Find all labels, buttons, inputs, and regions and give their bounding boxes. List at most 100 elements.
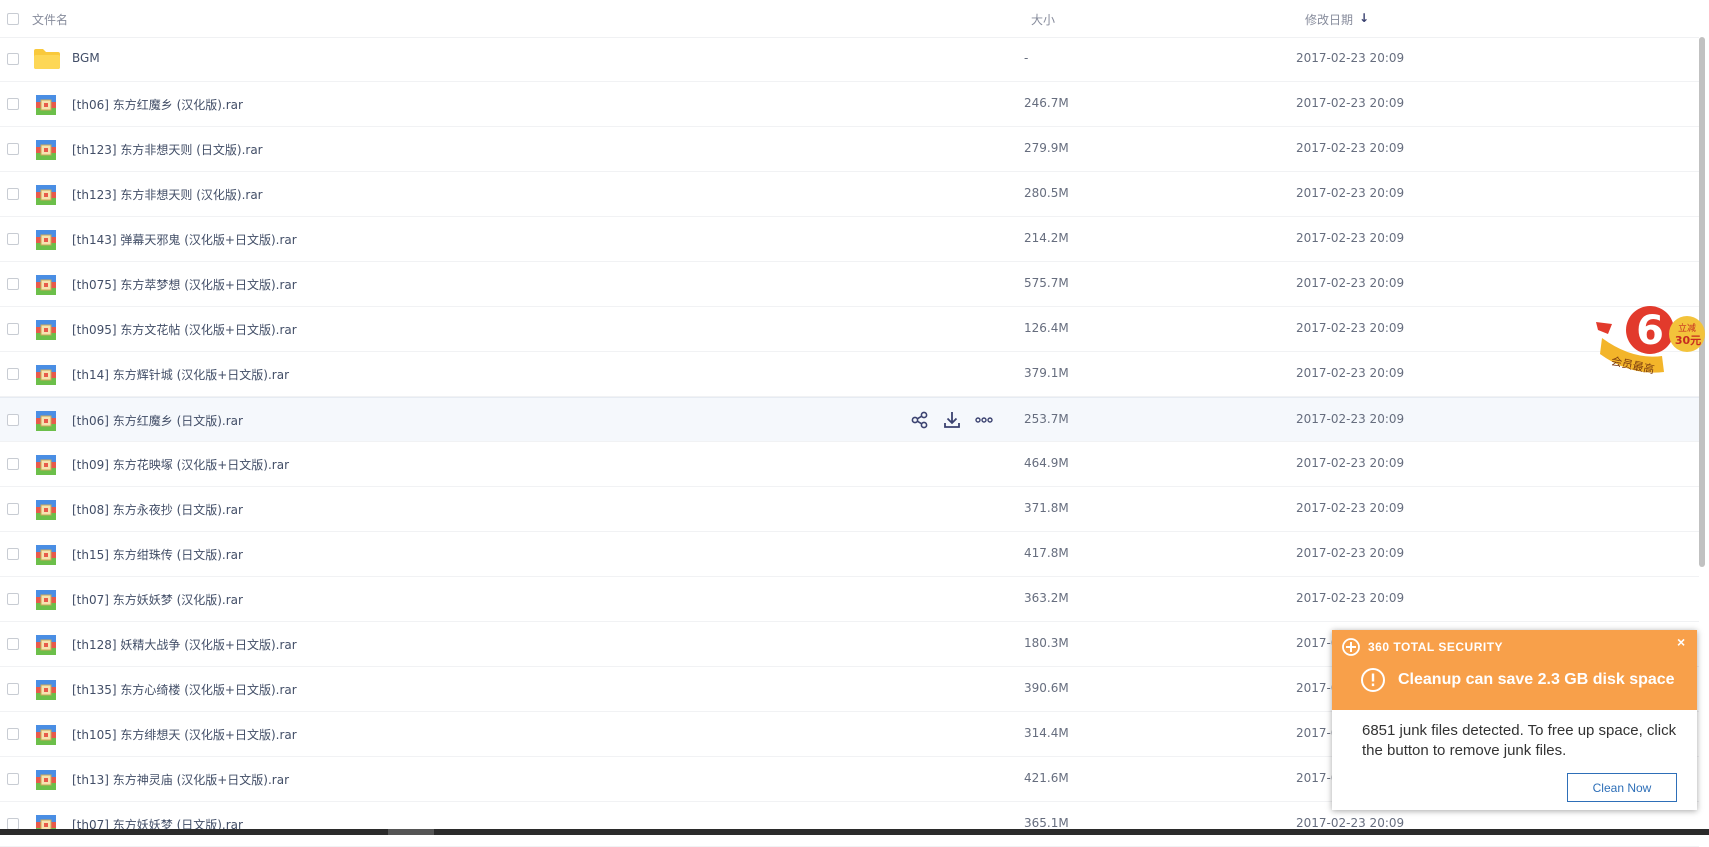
file-name[interactable]: BGM bbox=[72, 51, 100, 65]
file-size: 280.5M bbox=[1024, 186, 1069, 200]
file-name[interactable]: [th143] 弹幕天邪鬼 (汉化版+日文版).rar bbox=[72, 231, 297, 248]
row-checkbox[interactable] bbox=[7, 188, 19, 200]
file-row[interactable]: [th095] 东方文花帖 (汉化版+日文版).rar 126.4M 2017-02… bbox=[0, 307, 1699, 352]
file-row[interactable]: [th123] 东方非想天则 (日文版).rar 279.9M 2017-02-23… bbox=[0, 127, 1699, 172]
file-size: 126.4M bbox=[1024, 321, 1069, 335]
file-size: 365.1M bbox=[1024, 816, 1069, 830]
file-row[interactable]: [th075] 东方萃梦想 (汉化版+日文版).rar 575.7M 2017-02… bbox=[0, 262, 1699, 307]
row-checkbox[interactable] bbox=[7, 53, 19, 65]
row-checkbox[interactable] bbox=[7, 233, 19, 245]
promo-amount: 30元 bbox=[1675, 334, 1701, 347]
notification-headline: Cleanup can save 2.3 GB disk space bbox=[1398, 671, 1675, 688]
file-row[interactable]: [th07] 东方妖妖梦 (汉化版).rar 363.2M 2017-02-23 2… bbox=[0, 577, 1699, 622]
file-date: 2017-02-23 20:09 bbox=[1296, 96, 1405, 110]
file-row[interactable]: [th14] 东方辉针城 (汉化版+日文版).rar 379.1M 2017-02-… bbox=[0, 352, 1699, 397]
file-name[interactable]: [th15] 东方绀珠传 (日文版).rar bbox=[72, 546, 243, 563]
row-checkbox[interactable] bbox=[7, 143, 19, 155]
file-size: 421.6M bbox=[1024, 771, 1069, 785]
row-actions bbox=[910, 410, 994, 430]
file-name[interactable]: [th123] 东方非想天则 (汉化版).rar bbox=[72, 186, 263, 203]
file-name[interactable]: [th095] 东方文花帖 (汉化版+日文版).rar bbox=[72, 321, 297, 338]
vip-promo-badge[interactable]: 6 立减 30元 会员最高 bbox=[1592, 300, 1709, 382]
brand-label: 360 TOTAL SECURITY bbox=[1368, 640, 1504, 654]
file-row[interactable]: [th08] 东方永夜抄 (日文版).rar 371.8M 2017-02-23 2… bbox=[0, 487, 1699, 532]
file-row[interactable]: [th123] 东方非想天则 (汉化版).rar 280.5M 2017-02-23… bbox=[0, 172, 1699, 217]
archive-icon bbox=[36, 365, 56, 385]
row-checkbox[interactable] bbox=[7, 458, 19, 470]
file-name[interactable]: [th09] 东方花映塚 (汉化版+日文版).rar bbox=[72, 456, 289, 473]
file-size: 279.9M bbox=[1024, 141, 1069, 155]
share-icon[interactable] bbox=[910, 410, 930, 430]
column-header-name[interactable]: 文件名 bbox=[32, 11, 68, 28]
file-size: 575.7M bbox=[1024, 276, 1069, 290]
file-size: 371.8M bbox=[1024, 501, 1069, 515]
archive-icon bbox=[36, 635, 56, 655]
row-checkbox[interactable] bbox=[7, 638, 19, 650]
file-date: 2017-02-23 20:09 bbox=[1296, 816, 1405, 830]
list-header: 文件名 大小 修改日期 ↓ bbox=[0, 0, 1699, 38]
folder-icon bbox=[34, 49, 60, 69]
file-name[interactable]: [th13] 东方神灵庙 (汉化版+日文版).rar bbox=[72, 771, 289, 788]
row-checkbox[interactable] bbox=[7, 414, 19, 426]
archive-icon bbox=[36, 725, 56, 745]
file-row[interactable]: [th09] 东方花映塚 (汉化版+日文版).rar 464.9M 2017-02-… bbox=[0, 442, 1699, 487]
file-row[interactable]: BGM - 2017-02-23 20:09 bbox=[0, 37, 1699, 82]
row-checkbox[interactable] bbox=[7, 368, 19, 380]
file-name[interactable]: [th135] 东方心绮楼 (汉化版+日文版).rar bbox=[72, 681, 297, 698]
column-header-date[interactable]: 修改日期 bbox=[1305, 11, 1353, 28]
row-checkbox[interactable] bbox=[7, 323, 19, 335]
file-name[interactable]: [th14] 东方辉针城 (汉化版+日文版).rar bbox=[72, 366, 289, 383]
more-icon[interactable] bbox=[974, 410, 994, 430]
file-name[interactable]: [th075] 东方萃梦想 (汉化版+日文版).rar bbox=[72, 276, 297, 293]
file-date: 2017-02-23 20:09 bbox=[1296, 276, 1405, 290]
archive-icon bbox=[36, 770, 56, 790]
file-date: 2017-02-23 20:09 bbox=[1296, 186, 1405, 200]
notification-header: 360 TOTAL SECURITY × Cleanup can save 2.… bbox=[1332, 630, 1697, 710]
file-date: 2017-02-23 20:09 bbox=[1296, 141, 1405, 155]
file-size: 417.8M bbox=[1024, 546, 1069, 560]
file-size: 379.1M bbox=[1024, 366, 1069, 380]
clean-now-button[interactable]: Clean Now bbox=[1567, 773, 1677, 802]
download-icon[interactable] bbox=[942, 410, 962, 430]
file-date: 2017-02-23 20:09 bbox=[1296, 51, 1405, 65]
column-header-size[interactable]: 大小 bbox=[1031, 11, 1055, 28]
row-checkbox[interactable] bbox=[7, 728, 19, 740]
row-checkbox[interactable] bbox=[7, 773, 19, 785]
row-checkbox[interactable] bbox=[7, 548, 19, 560]
horizontal-scrollbar-thumb[interactable] bbox=[388, 829, 434, 835]
row-checkbox[interactable] bbox=[7, 593, 19, 605]
file-name[interactable]: [th128] 妖精大战争 (汉化版+日文版).rar bbox=[72, 636, 297, 653]
file-date: 2017-02-23 20:09 bbox=[1296, 456, 1405, 470]
promo-line2: 立减 bbox=[1678, 322, 1696, 334]
file-size: 180.3M bbox=[1024, 636, 1069, 650]
horizontal-scrollbar[interactable] bbox=[0, 829, 1709, 835]
file-size: 246.7M bbox=[1024, 96, 1069, 110]
file-row[interactable]: [th15] 东方绀珠传 (日文版).rar 417.8M 2017-02-23 2… bbox=[0, 532, 1699, 577]
file-name[interactable]: [th06] 东方红魔乡 (汉化版).rar bbox=[72, 96, 243, 113]
shield-plus-icon bbox=[1342, 638, 1360, 656]
sort-desc-icon[interactable]: ↓ bbox=[1359, 11, 1369, 25]
file-row[interactable]: [th06] 东方红魔乡 (日文版).rar 253.7M 2017-02-23 2… bbox=[0, 397, 1699, 442]
file-date: 2017-02-23 20:09 bbox=[1296, 412, 1405, 426]
file-date: 2017-02-23 20:09 bbox=[1296, 366, 1405, 380]
file-row[interactable]: [th06] 东方红魔乡 (汉化版).rar 246.7M 2017-02-23 2… bbox=[0, 82, 1699, 127]
file-name[interactable]: [th07] 东方妖妖梦 (汉化版).rar bbox=[72, 591, 243, 608]
row-checkbox[interactable] bbox=[7, 278, 19, 290]
close-icon[interactable]: × bbox=[1677, 634, 1685, 650]
file-name[interactable]: [th08] 东方永夜抄 (日文版).rar bbox=[72, 501, 243, 518]
archive-icon bbox=[36, 455, 56, 475]
file-name[interactable]: [th06] 东方红魔乡 (日文版).rar bbox=[72, 412, 243, 429]
archive-icon bbox=[36, 230, 56, 250]
file-name[interactable]: [th105] 东方绯想天 (汉化版+日文版).rar bbox=[72, 726, 297, 743]
file-row[interactable]: [th143] 弹幕天邪鬼 (汉化版+日文版).rar 214.2M 2017-02… bbox=[0, 217, 1699, 262]
row-checkbox[interactable] bbox=[7, 683, 19, 695]
file-size: 314.4M bbox=[1024, 726, 1069, 740]
row-checkbox[interactable] bbox=[7, 503, 19, 515]
select-all-checkbox[interactable] bbox=[7, 13, 19, 25]
alert-icon bbox=[1361, 668, 1385, 692]
archive-icon bbox=[36, 411, 56, 431]
notification-body: 6851 junk files detected. To free up spa… bbox=[1362, 722, 1677, 759]
file-name[interactable]: [th123] 东方非想天则 (日文版).rar bbox=[72, 141, 263, 158]
file-size: 464.9M bbox=[1024, 456, 1069, 470]
row-checkbox[interactable] bbox=[7, 98, 19, 110]
